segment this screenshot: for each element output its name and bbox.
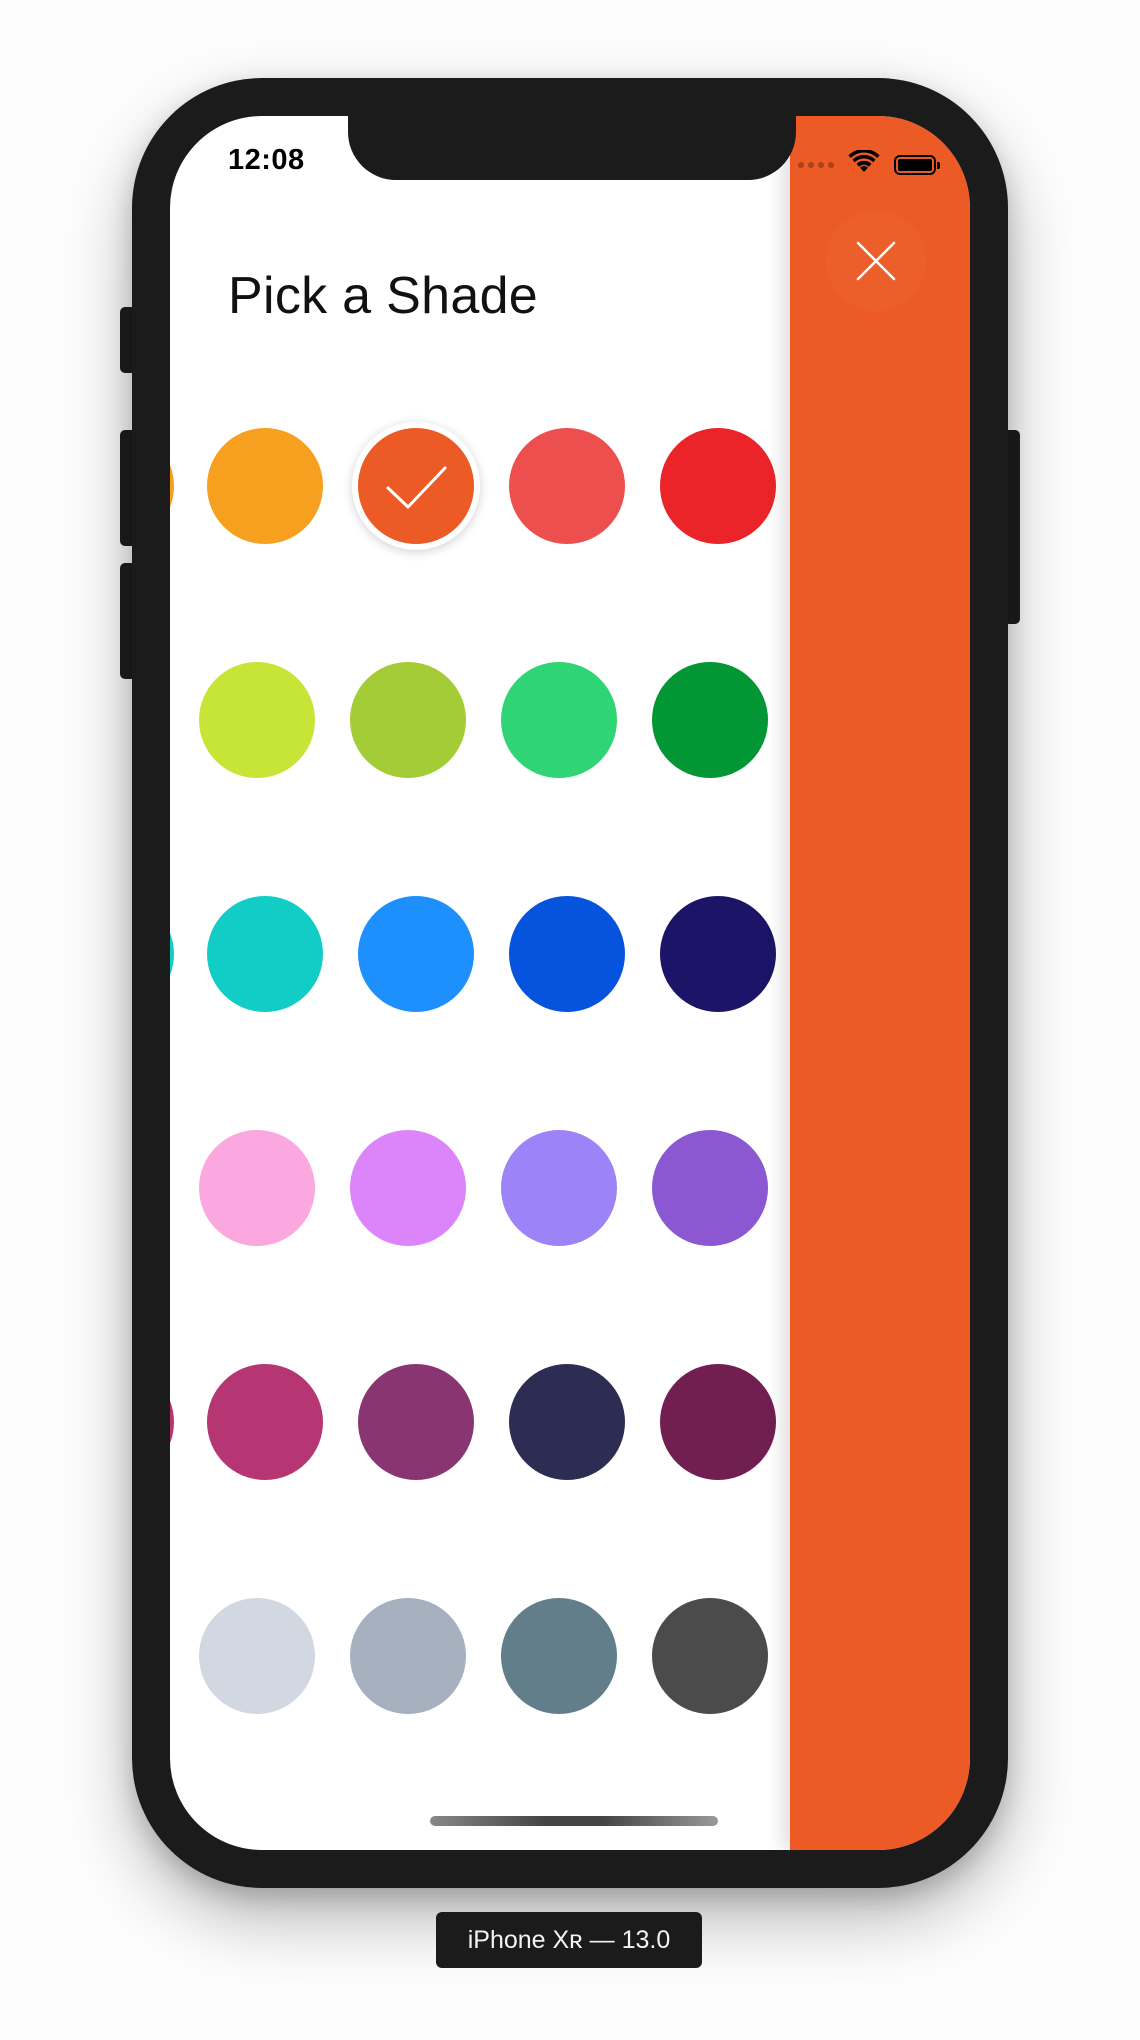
- color-swatch[interactable]: [660, 896, 776, 1012]
- checkmark-icon: [386, 466, 447, 509]
- color-swatch[interactable]: [652, 1598, 768, 1714]
- color-swatch[interactable]: [660, 428, 776, 544]
- adjacent-swatch-peek: [170, 896, 174, 1012]
- color-swatch[interactable]: [358, 896, 474, 1012]
- color-swatch[interactable]: [652, 662, 768, 778]
- color-swatch[interactable]: [199, 1598, 315, 1714]
- simulator-stage: 12:08 Pick a Shade iPhone Xʀ — 13.0: [0, 0, 1140, 2040]
- signal-dots-icon: [798, 161, 834, 168]
- notch: [348, 116, 796, 180]
- color-swatch[interactable]: [358, 1364, 474, 1480]
- screen: 12:08 Pick a Shade: [170, 116, 970, 1850]
- adjacent-swatch-peek: [170, 428, 174, 544]
- page-title: Pick a Shade: [228, 267, 539, 325]
- home-indicator[interactable]: [430, 1816, 718, 1826]
- color-swatch[interactable]: [660, 1364, 776, 1480]
- color-swatch[interactable]: [199, 1130, 315, 1246]
- battery-icon: [894, 154, 940, 175]
- color-swatch[interactable]: [501, 1130, 617, 1246]
- status-time: 12:08: [228, 144, 305, 176]
- color-swatch[interactable]: [199, 662, 315, 778]
- color-swatch[interactable]: [350, 662, 466, 778]
- wifi-icon: [848, 149, 880, 179]
- color-swatch[interactable]: [207, 896, 323, 1012]
- color-swatch[interactable]: [509, 1364, 625, 1480]
- close-button[interactable]: [826, 211, 926, 311]
- color-swatch[interactable]: [207, 1364, 323, 1480]
- color-swatch[interactable]: [350, 1598, 466, 1714]
- device-frame: 12:08 Pick a Shade: [132, 78, 1008, 1888]
- color-swatch[interactable]: [350, 1130, 466, 1246]
- device-label: iPhone Xʀ — 13.0: [436, 1912, 702, 1968]
- side-panel: [790, 116, 970, 1850]
- color-swatch[interactable]: [207, 428, 323, 544]
- color-swatch[interactable]: [501, 1598, 617, 1714]
- adjacent-swatch-peek: [170, 1364, 174, 1480]
- color-swatch[interactable]: [509, 896, 625, 1012]
- color-swatch[interactable]: [501, 662, 617, 778]
- status-icons: [798, 149, 940, 179]
- color-swatch[interactable]: [652, 1130, 768, 1246]
- close-icon: [856, 241, 896, 281]
- color-swatch[interactable]: [509, 428, 625, 544]
- color-swatch[interactable]: [358, 428, 474, 544]
